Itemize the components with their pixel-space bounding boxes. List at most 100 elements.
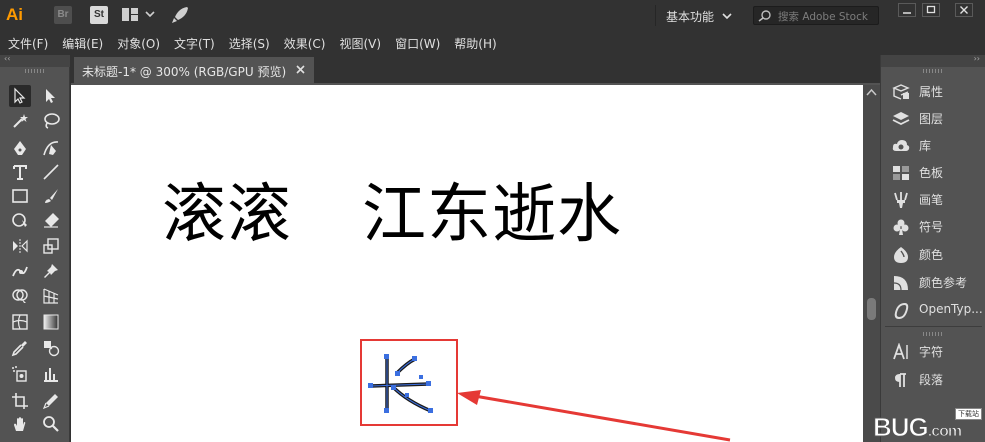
color-icon <box>894 247 908 263</box>
chevron-down-icon[interactable] <box>145 9 155 19</box>
collapse-icon[interactable]: ‹‹ <box>4 54 10 63</box>
panel-label: 段落 <box>919 373 944 387</box>
scale-tool[interactable] <box>40 235 62 257</box>
shape-builder-tool[interactable] <box>9 285 31 307</box>
stock-search-input[interactable]: 搜索 Adobe Stock <box>753 6 879 25</box>
maximize-button[interactable] <box>922 3 940 17</box>
panel-opentype[interactable]: OpenTyp... <box>881 298 985 322</box>
menu-help[interactable]: 帮助(H) <box>454 35 496 52</box>
menu-edit[interactable]: 编辑(E) <box>62 35 103 52</box>
character-icon <box>893 343 908 360</box>
menu-object[interactable]: 对象(O) <box>117 35 160 52</box>
panel-grip[interactable] <box>923 332 943 336</box>
arrange-documents-icon[interactable] <box>122 8 138 21</box>
panel-label: 色板 <box>919 166 944 180</box>
panel-libraries[interactable]: 库 <box>881 133 985 157</box>
menu-bar: 文件(F) 编辑(E) 对象(O) 文字(T) 选择(S) 效果(C) 视图(V… <box>0 31 985 55</box>
zoom-icon <box>43 416 59 432</box>
panel-brushes[interactable]: 画笔 <box>881 187 985 211</box>
type-tool[interactable] <box>9 161 31 183</box>
panel-properties[interactable]: 属性 <box>881 79 985 103</box>
selection-arrow-icon <box>14 87 26 104</box>
panel-character[interactable]: 字符 <box>881 339 985 363</box>
stock-icon[interactable]: St <box>90 6 108 24</box>
tools-panel: ‹‹ <box>0 54 70 442</box>
bridge-icon[interactable]: Br <box>54 6 72 24</box>
lasso-tool[interactable] <box>40 110 62 132</box>
column-graph-icon <box>44 368 58 382</box>
hand-tool[interactable] <box>9 413 31 435</box>
eyedropper-tool[interactable] <box>9 337 31 359</box>
blend-tool[interactable] <box>40 337 62 359</box>
watermark-badge: 下载站 <box>955 408 982 420</box>
direct-selection-icon <box>46 89 55 103</box>
gradient-tool[interactable] <box>40 311 62 333</box>
puppet-warp-tool[interactable] <box>9 260 31 282</box>
line-tool[interactable] <box>40 161 62 183</box>
menu-view[interactable]: 视图(V) <box>339 35 381 52</box>
libraries-icon <box>892 140 910 151</box>
panel-color[interactable]: 颜色 <box>881 242 985 266</box>
document-tab-title: 未标题-1* @ 300% (RGB/GPU 预览) <box>82 65 287 79</box>
panel-label: 字符 <box>919 345 944 359</box>
menu-type[interactable]: 文字(T) <box>174 35 215 52</box>
minimize-button[interactable] <box>898 3 916 17</box>
shaper-tool[interactable] <box>9 209 31 231</box>
symbol-sprayer-tool[interactable] <box>9 363 31 385</box>
menu-file[interactable]: 文件(F) <box>8 35 48 52</box>
panel-grip[interactable] <box>923 69 943 73</box>
perspective-grid-tool[interactable] <box>40 285 62 307</box>
expand-icon[interactable]: ›› <box>974 54 980 63</box>
shaper-icon <box>12 213 27 227</box>
workspace-switcher[interactable]: 基本功能 <box>666 8 714 25</box>
watermark-logo: BUG.com <box>873 412 963 442</box>
reflect-tool[interactable] <box>9 235 31 257</box>
paintbrush-tool[interactable] <box>40 185 62 207</box>
vertical-scrollbar[interactable] <box>863 85 880 442</box>
layers-icon <box>892 112 910 126</box>
panel-label: 颜色参考 <box>919 276 968 290</box>
canvas-text-line2[interactable]: 江东逝水 <box>362 163 622 255</box>
canvas-text-line1[interactable]: 滚滚 <box>162 163 292 255</box>
slice-tool[interactable] <box>40 390 62 412</box>
highlight-box <box>360 339 458 426</box>
red-arrow-annotation <box>457 390 731 442</box>
menu-effect[interactable]: 效果(C) <box>284 35 326 52</box>
eraser-icon <box>44 213 59 228</box>
mesh-tool[interactable] <box>9 311 31 333</box>
selection-tool[interactable] <box>9 85 31 107</box>
rocket-icon[interactable] <box>170 5 190 25</box>
panel-layers[interactable]: 图层 <box>881 106 985 130</box>
scroll-up-icon[interactable] <box>866 88 877 96</box>
search-placeholder: 搜索 Adobe Stock <box>778 11 868 23</box>
panel-color-guide[interactable]: 颜色参考 <box>881 270 985 294</box>
magic-wand-tool[interactable] <box>9 110 31 132</box>
eraser-tool[interactable] <box>40 209 62 231</box>
curvature-tool[interactable] <box>40 137 62 159</box>
panel-grip[interactable] <box>25 69 45 73</box>
document-tab-bar: 未标题-1* @ 300% (RGB/GPU 预览) <box>71 55 880 83</box>
pen-tool[interactable] <box>9 137 31 159</box>
puppet-warp-icon <box>12 266 28 277</box>
blend-icon <box>44 341 60 357</box>
brushes-icon <box>894 192 908 208</box>
direct-selection-tool[interactable] <box>40 85 62 107</box>
close-button[interactable] <box>955 3 973 17</box>
menu-select[interactable]: 选择(S) <box>229 35 270 52</box>
document-tab[interactable]: 未标题-1* @ 300% (RGB/GPU 预览) <box>74 57 314 83</box>
panel-paragraph[interactable]: 段落 <box>881 367 985 391</box>
close-tab-icon[interactable] <box>295 64 306 75</box>
panel-swatches[interactable]: 色板 <box>881 160 985 184</box>
artboard-icon <box>12 393 28 409</box>
column-graph-tool[interactable] <box>40 363 62 385</box>
menu-window[interactable]: 窗口(W) <box>395 35 440 52</box>
chevron-down-icon[interactable] <box>722 11 732 21</box>
zoom-tool[interactable] <box>40 413 62 435</box>
scrollbar-thumb[interactable] <box>867 298 876 320</box>
panel-symbols[interactable]: 符号 <box>881 214 985 238</box>
pin-tool[interactable] <box>40 260 62 282</box>
artboard-tool[interactable] <box>9 390 31 412</box>
rectangle-tool[interactable] <box>9 185 31 207</box>
curvature-icon <box>43 141 59 156</box>
panel-label: 画笔 <box>919 193 944 207</box>
